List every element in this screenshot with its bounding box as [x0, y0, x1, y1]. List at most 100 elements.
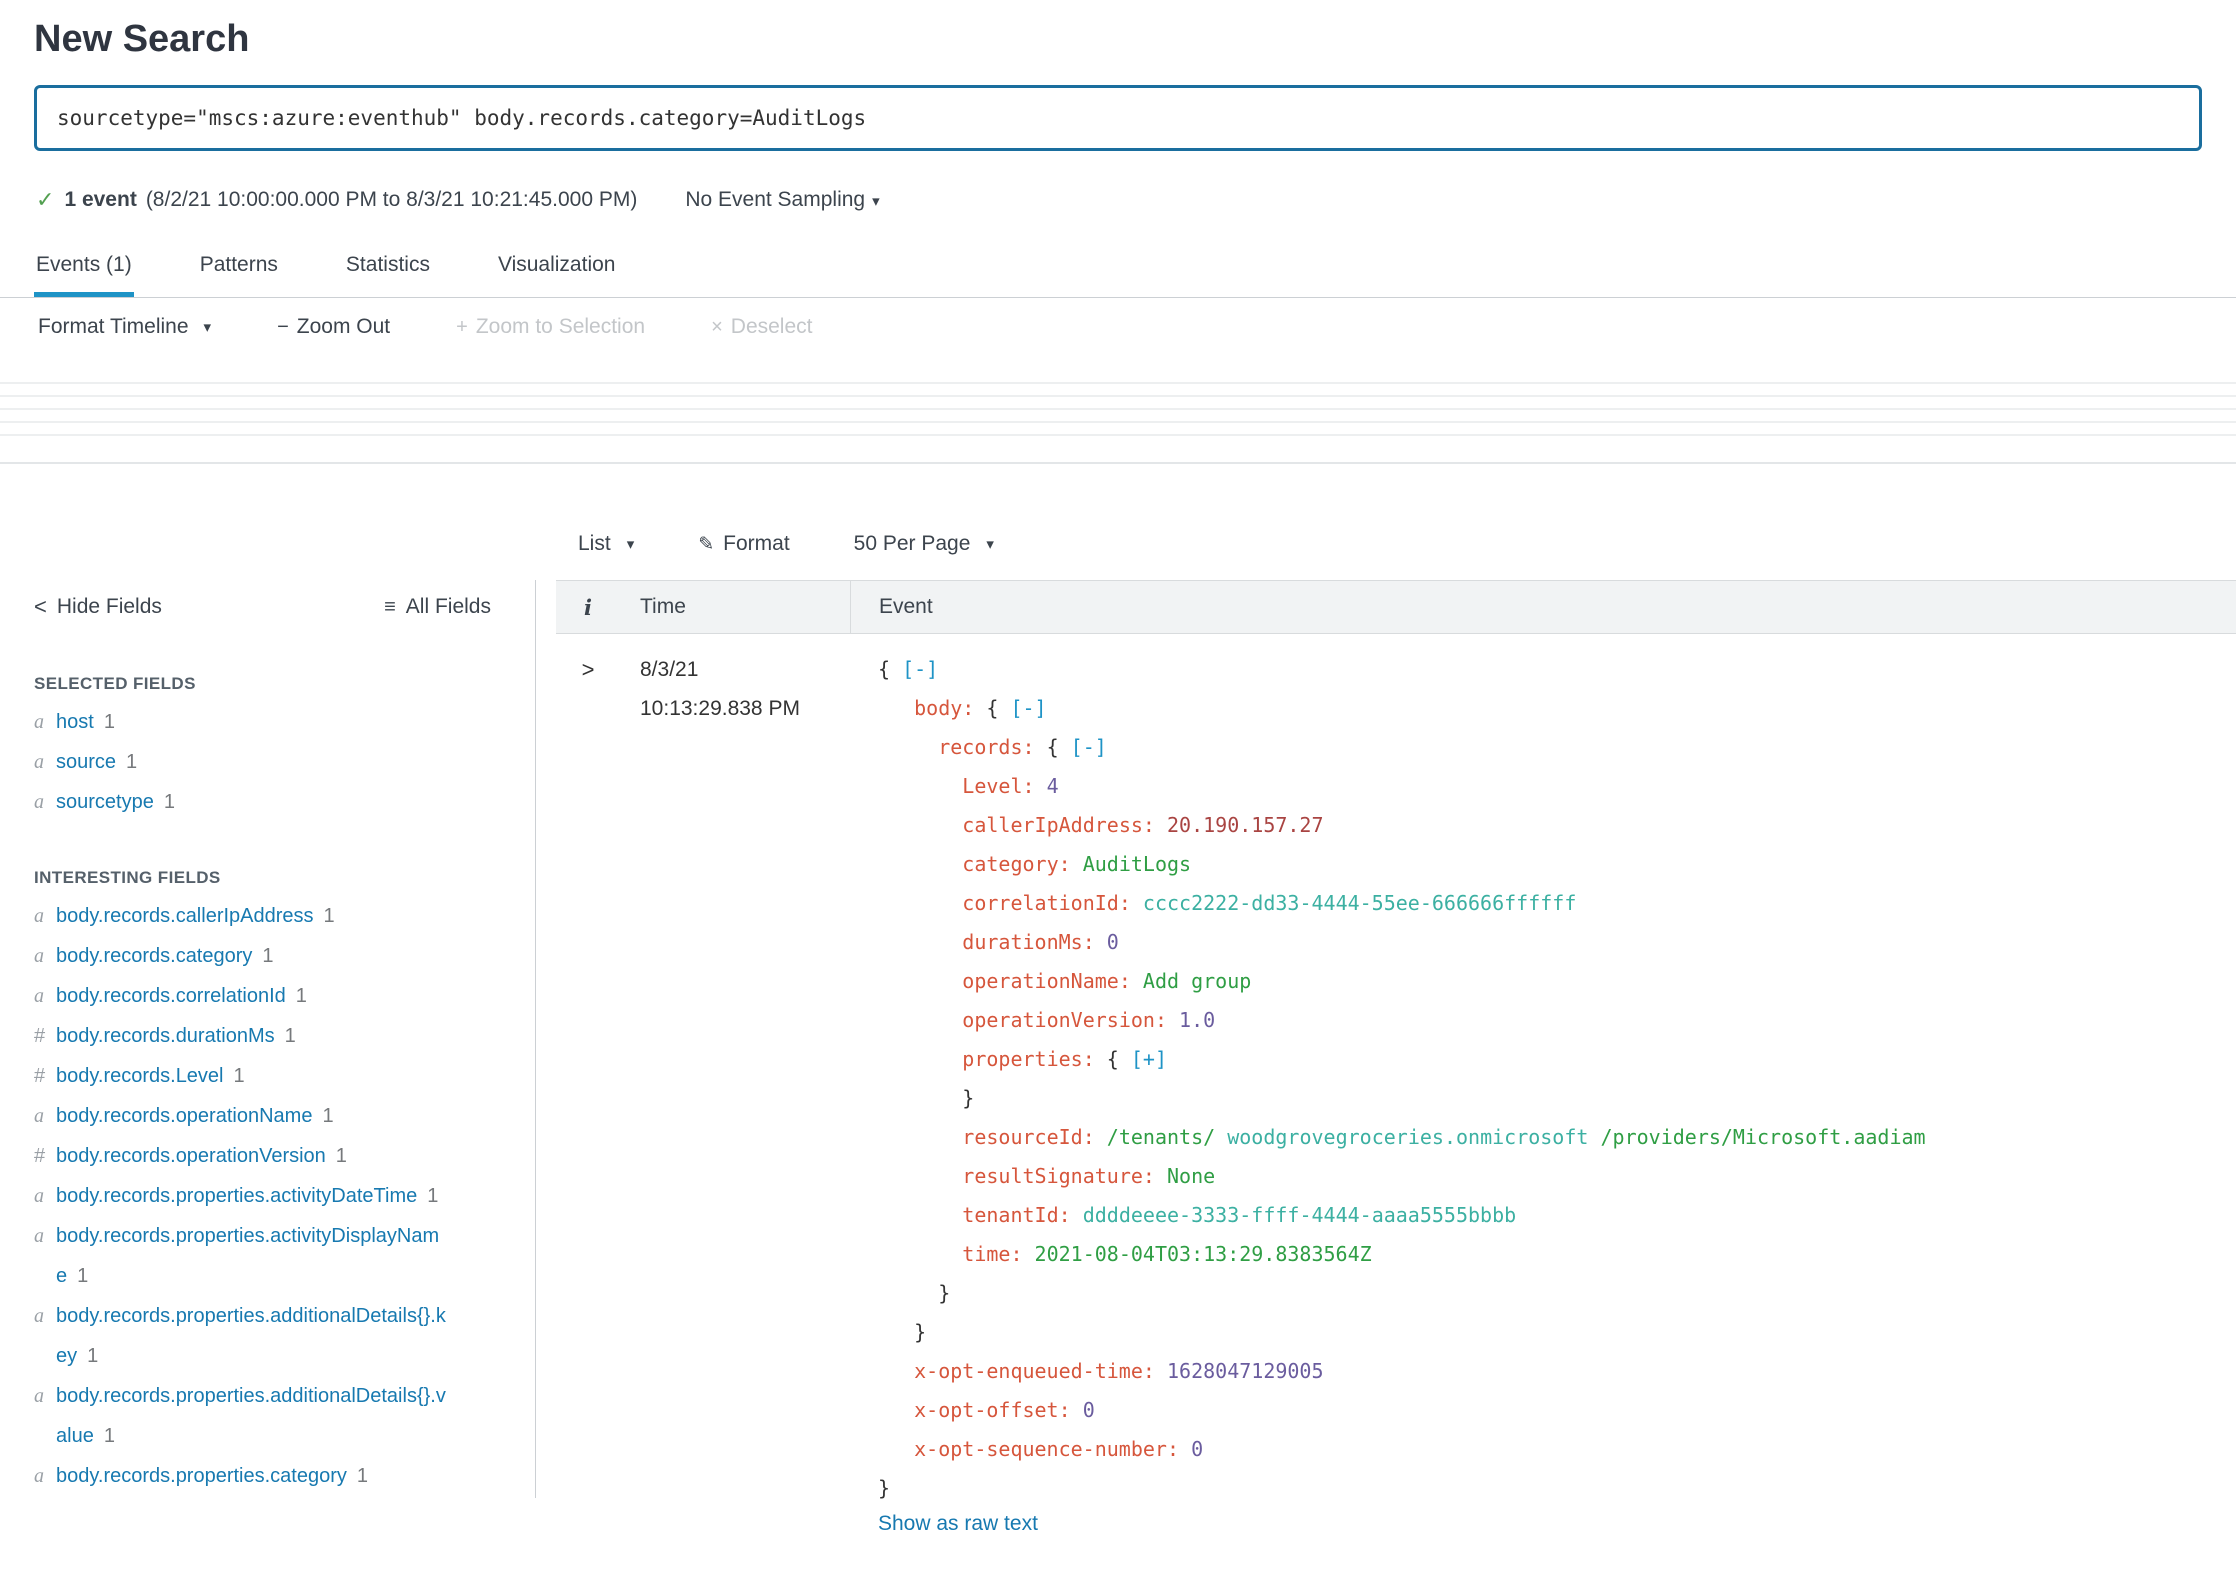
field-item[interactable]: a source 1: [34, 742, 449, 782]
field-name-link[interactable]: body.records.correlationId: [56, 985, 286, 1007]
field-item[interactable]: # body.records.Level 1: [34, 1056, 449, 1096]
field-count: 1: [295, 985, 307, 1007]
field-count: 1: [356, 1465, 369, 1487]
field-name-link[interactable]: body.records.properties.activityDisplayN…: [56, 1225, 439, 1287]
fields-list: SELECTED FIELDS a host 1 a source 1 a sourcetyp…: [34, 674, 449, 1496]
field-name-link[interactable]: body.records.properties.category: [56, 1465, 347, 1487]
field-item[interactable]: a body.records.properties.additionalDetai…: [34, 1296, 449, 1376]
all-fields-button[interactable]: ≡ All Fields: [384, 595, 491, 619]
field-count: 1: [126, 751, 138, 773]
list-menu-icon: ≡: [384, 595, 396, 618]
json-number-value: 0: [1191, 1437, 1204, 1461]
json-key: resourceId:: [962, 1125, 1107, 1149]
field-name-link[interactable]: sourcetype: [56, 791, 154, 813]
json-line: time: 2021-08-04T03:13:29.8383564Z: [878, 1235, 2236, 1274]
json-line: category: AuditLogs: [878, 845, 2236, 884]
field-count: 1: [427, 1185, 439, 1207]
field-name-link[interactable]: body.records.callerIpAddress: [56, 905, 314, 927]
json-toggle[interactable]: [-]: [902, 657, 938, 681]
field-item[interactable]: a body.records.operationName 1: [34, 1096, 449, 1136]
json-toggle[interactable]: [-]: [1010, 696, 1046, 720]
field-item[interactable]: a sourcetype 1: [34, 782, 449, 822]
json-string-value: AuditLogs: [1082, 852, 1192, 876]
tab-statistics[interactable]: Statistics: [344, 243, 432, 297]
event-sampling-dropdown[interactable]: No Event Sampling ▾: [685, 188, 879, 212]
json-key: operationName:: [962, 969, 1143, 993]
field-count: 1: [335, 1145, 347, 1167]
field-item[interactable]: a body.records.properties.activityDisplay…: [34, 1216, 449, 1296]
search-bar[interactable]: sourcetype="mscs:azure:eventhub" body.re…: [34, 85, 2202, 151]
field-name-link[interactable]: host: [56, 711, 94, 733]
per-page-dropdown[interactable]: 50 Per Page ▾: [854, 532, 994, 556]
deselect-button: × Deselect: [711, 315, 812, 339]
splunk-new-search-page: New Search sourcetype="mscs:azure:eventh…: [0, 18, 2236, 1535]
timeline-chart[interactable]: [0, 382, 2236, 464]
field-name-link[interactable]: body.records.properties.additionalDetail…: [56, 1305, 446, 1367]
json-line: callerIpAddress: 20.190.157.27: [878, 806, 2236, 845]
event-count-label: 1 event: [64, 188, 137, 211]
json-line: x-opt-sequence-number: 0: [878, 1430, 2236, 1469]
show-raw-text-link[interactable]: Show as raw text: [878, 1512, 1038, 1536]
field-name-link[interactable]: body.records.operationVersion: [56, 1145, 326, 1167]
json-toggle[interactable]: [+]: [1131, 1047, 1167, 1071]
event-date: 8/3/21: [640, 658, 699, 681]
tab-visualization[interactable]: Visualization: [496, 243, 618, 297]
fields-sidebar-header: < Hide Fields ≡ All Fields: [34, 580, 491, 634]
event-timestamp: 8/3/21 10:13:29.838 PM: [620, 650, 850, 1536]
caret-down-icon: ▾: [872, 193, 880, 210]
tab-patterns[interactable]: Patterns: [198, 243, 280, 297]
json-line: correlationId: cccc2222-dd33-4444-55ee-6…: [878, 884, 2236, 923]
json-string-value: Add group: [1142, 969, 1252, 993]
field-name-link[interactable]: body.records.operationName: [56, 1105, 312, 1127]
zoom-out-button[interactable]: − Zoom Out: [277, 315, 390, 339]
caret-down-icon: ▾: [986, 536, 994, 553]
per-page-label: 50 Per Page: [853, 532, 971, 555]
field-item[interactable]: a body.records.properties.category 1: [34, 1456, 449, 1496]
json-line: properties: { [+]: [878, 1040, 2236, 1079]
field-item[interactable]: a body.records.properties.additionalDetai…: [34, 1376, 449, 1456]
interesting-fields-header: INTERESTING FIELDS: [34, 868, 221, 887]
field-item[interactable]: # body.records.durationMs 1: [34, 1016, 449, 1056]
field-item[interactable]: a body.records.callerIpAddress 1: [34, 896, 449, 936]
selected-fields-header: SELECTED FIELDS: [34, 674, 196, 693]
timeline-gridlines: [0, 382, 2236, 446]
field-name-link[interactable]: body.records.properties.activityDateTime: [56, 1185, 417, 1207]
field-item[interactable]: a body.records.properties.activityDateTim…: [34, 1176, 449, 1216]
field-count: 1: [284, 1025, 296, 1047]
events-pane: List ▾ ✎ Format 50 Per Page ▾ i Time Event…: [556, 508, 2236, 1535]
format-button[interactable]: ✎ Format: [698, 532, 789, 556]
caret-down-icon: ▾: [203, 319, 212, 336]
search-query-input[interactable]: sourcetype="mscs:azure:eventhub" body.re…: [37, 106, 866, 130]
field-name-link[interactable]: body.records.Level: [56, 1065, 224, 1087]
json-toggle[interactable]: [-]: [1071, 735, 1107, 759]
field-name-link[interactable]: source: [56, 751, 116, 773]
json-line: }: [878, 1274, 2236, 1313]
field-count: 1: [87, 1345, 99, 1367]
list-type-dropdown[interactable]: List ▾: [578, 532, 634, 556]
results-content: < Hide Fields ≡ All Fields SELECTED FIEL…: [0, 508, 2236, 1535]
interesting-fields-list: a body.records.callerIpAddress 1 a body.reco…: [34, 896, 449, 1496]
field-item[interactable]: # body.records.operationVersion 1: [34, 1136, 449, 1176]
json-line: durationMs: 0: [878, 923, 2236, 962]
field-name-link[interactable]: body.records.durationMs: [56, 1025, 275, 1047]
field-item[interactable]: a body.records.correlationId 1: [34, 976, 449, 1016]
field-item[interactable]: a body.records.category 1: [34, 936, 449, 976]
field-item[interactable]: a host 1: [34, 702, 449, 742]
json-line: x-opt-offset: 0: [878, 1391, 2236, 1430]
json-key: time:: [962, 1242, 1035, 1266]
deselect-label: Deselect: [730, 315, 813, 338]
tab-events[interactable]: Events (1): [34, 243, 134, 297]
string-field-icon: a: [34, 985, 44, 1007]
json-key: body:: [914, 696, 987, 720]
expand-event-button[interactable]: >: [556, 650, 620, 1536]
field-name-link[interactable]: body.records.category: [56, 945, 252, 967]
results-summary: ✓ 1 event (8/2/21 10:00:00.000 PM to 8/3…: [36, 187, 2236, 213]
json-number-value: 0: [1082, 1398, 1095, 1422]
json-key: x-opt-sequence-number:: [914, 1437, 1192, 1461]
format-timeline-dropdown[interactable]: Format Timeline ▾: [38, 315, 211, 339]
hide-fields-button[interactable]: < Hide Fields: [34, 594, 162, 620]
json-string-value: /tenants/: [1106, 1125, 1228, 1149]
json-key: operationVersion:: [962, 1008, 1180, 1032]
field-count: 1: [103, 711, 115, 733]
format-timeline-label: Format Timeline: [38, 315, 189, 338]
